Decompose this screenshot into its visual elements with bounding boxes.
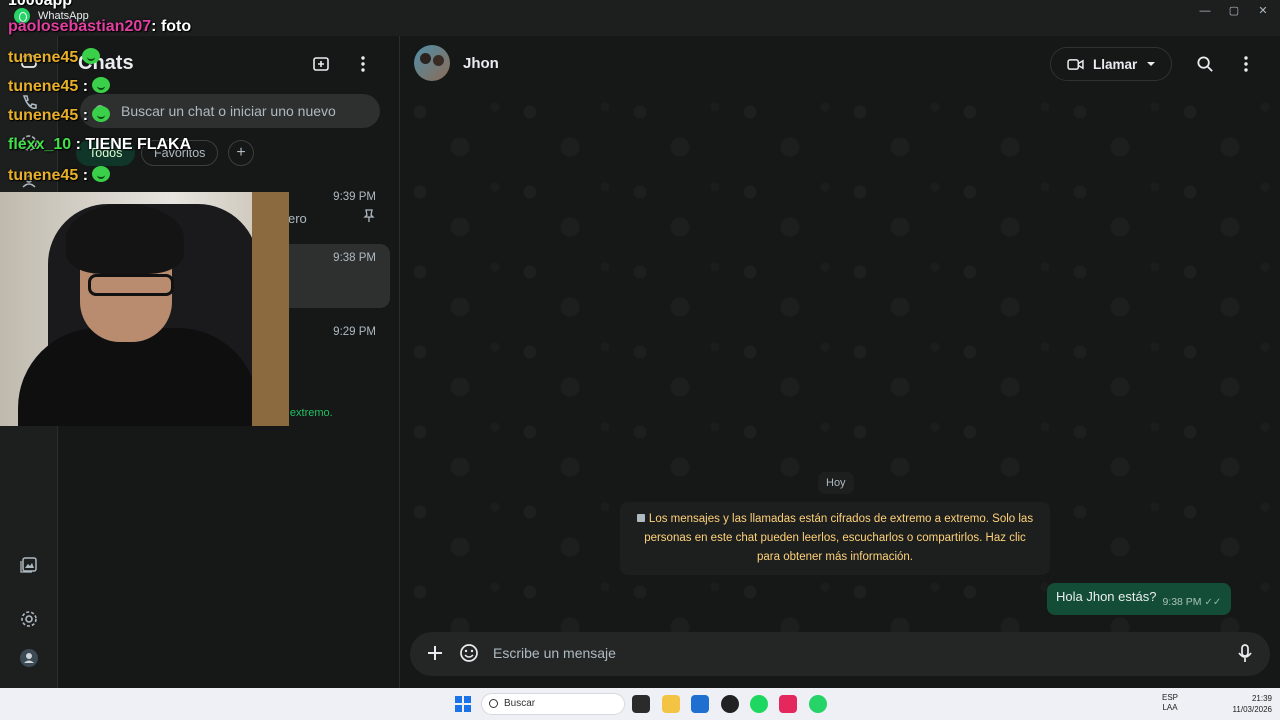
- stream-chat-line: tunene45: [8, 48, 101, 67]
- start-button[interactable]: [455, 696, 471, 712]
- stream-chat-user: tunene45: [8, 107, 79, 124]
- profile-icon[interactable]: [17, 646, 41, 670]
- clock[interactable]: 21:39 11/03/2026: [1224, 693, 1272, 715]
- chat-time: 9:39 PM: [333, 191, 376, 203]
- chat-preview: ero: [288, 211, 307, 226]
- store-icon[interactable]: [691, 695, 709, 713]
- emote-icon: [92, 166, 111, 182]
- stream-chat-user: tunene45: [8, 78, 79, 95]
- search-placeholder: Buscar un chat o iniciar uno nuevo: [121, 103, 336, 119]
- maximize-button[interactable]: ▢: [1219, 2, 1249, 20]
- attach-plus-icon[interactable]: [424, 642, 446, 664]
- webcam-person-body: [18, 328, 258, 426]
- stream-chat-line: paolosebastian207: foto: [8, 18, 191, 36]
- message-text: Hola Jhon estás?: [1056, 589, 1157, 604]
- whatsapp-taskbar-icon[interactable]: [809, 695, 827, 713]
- call-button[interactable]: Llamar: [1050, 47, 1172, 81]
- stream-chat-line: flexx_10 : TIENE FLAKA: [8, 136, 191, 154]
- close-button[interactable]: ✕: [1248, 2, 1278, 20]
- stream-chat-text: : TIENE FLAKA: [71, 136, 192, 153]
- stream-chat-user: tunene45: [8, 49, 79, 66]
- tiktok-icon[interactable]: [779, 695, 797, 713]
- emote-icon: [92, 106, 111, 122]
- pin-icon: [363, 209, 375, 222]
- contact-name[interactable]: Jhon: [463, 55, 499, 72]
- chat-search-input[interactable]: Buscar un chat o iniciar uno nuevo: [80, 94, 380, 128]
- menu-dots-icon[interactable]: [352, 53, 374, 75]
- taskbar-search-placeholder: Buscar: [504, 698, 536, 709]
- conversation-menu-icon[interactable]: [1235, 53, 1257, 75]
- minimize-button[interactable]: —: [1190, 2, 1220, 20]
- stream-chat-user: tunene45: [8, 167, 79, 184]
- date-chip: Hoy: [818, 472, 854, 494]
- microphone-icon[interactable]: [1234, 642, 1256, 664]
- chat-time: 9:38 PM: [333, 252, 376, 264]
- stream-chat-line: 1000app: [8, 0, 72, 10]
- spotify-icon[interactable]: [750, 695, 768, 713]
- lock-icon: [636, 514, 645, 522]
- system-message-text: Los mensajes y las llamadas están cifrad…: [644, 513, 1034, 563]
- sticker-emoji-icon[interactable]: [458, 642, 480, 664]
- call-button-label: Llamar: [1093, 56, 1138, 72]
- settings-icon[interactable]: [17, 607, 41, 631]
- media-icon[interactable]: [17, 552, 41, 576]
- emote-icon: [92, 77, 111, 93]
- stream-chat-user: paolosebastian207: [8, 18, 152, 35]
- message-time: 9:38 PM ✓✓: [1162, 596, 1222, 608]
- search-icon[interactable]: [1194, 53, 1216, 75]
- read-ticks-icon: ✓✓: [1204, 597, 1222, 608]
- encryption-system-message[interactable]: Los mensajes y las llamadas están cifrad…: [620, 502, 1050, 575]
- window-titlebar: WhatsApp — ▢ ✕: [0, 0, 1280, 36]
- stream-chat-text: :: [78, 107, 89, 124]
- conversation-panel: Jhon Llamar Hoy Los mensajes y las llama…: [400, 36, 1280, 688]
- input-language[interactable]: ESP LAA: [1162, 693, 1178, 713]
- obs-icon[interactable]: [721, 695, 739, 713]
- stream-chat-text: :: [78, 78, 89, 95]
- stream-chat-text: :: [78, 167, 89, 184]
- conversation-header[interactable]: Jhon Llamar: [400, 36, 1280, 92]
- webcam-person-hair: [66, 204, 184, 274]
- webcam-background-door: [252, 192, 289, 426]
- outgoing-message-bubble[interactable]: Hola Jhon estás? 9:38 PM ✓✓: [1047, 583, 1232, 615]
- task-view-icon[interactable]: [632, 695, 650, 713]
- windows-taskbar: Buscar ESP LAA 21:39 11/03/2026: [0, 688, 1280, 720]
- message-area[interactable]: Hoy Los mensajes y las llamadas están ci…: [400, 92, 1280, 632]
- stream-chat-user: 1000app: [8, 0, 73, 9]
- video-camera-icon: [1067, 58, 1084, 70]
- new-chat-icon[interactable]: [310, 53, 332, 75]
- webcam-glasses: [88, 274, 174, 296]
- stream-chat-text: : foto: [151, 18, 192, 35]
- stream-chat-line: tunene45 :: [8, 106, 111, 125]
- file-explorer-icon[interactable]: [662, 695, 680, 713]
- taskbar-search[interactable]: Buscar: [481, 693, 625, 715]
- stream-chat-line: tunene45 :: [8, 77, 111, 96]
- stream-chat-line: tunene45 :: [8, 166, 111, 185]
- stream-chat-user: flexx_10: [8, 136, 72, 153]
- add-filter-button[interactable]: +: [228, 140, 254, 166]
- chevron-down-icon: [1147, 62, 1156, 66]
- search-icon: [489, 699, 498, 708]
- message-composer[interactable]: Escribe un mensaje: [410, 632, 1270, 676]
- message-input[interactable]: Escribe un mensaje: [493, 645, 616, 661]
- contact-avatar[interactable]: [414, 45, 450, 81]
- emote-icon: [82, 48, 101, 64]
- webcam-overlay: [0, 192, 289, 426]
- chat-time: 9:29 PM: [333, 326, 376, 338]
